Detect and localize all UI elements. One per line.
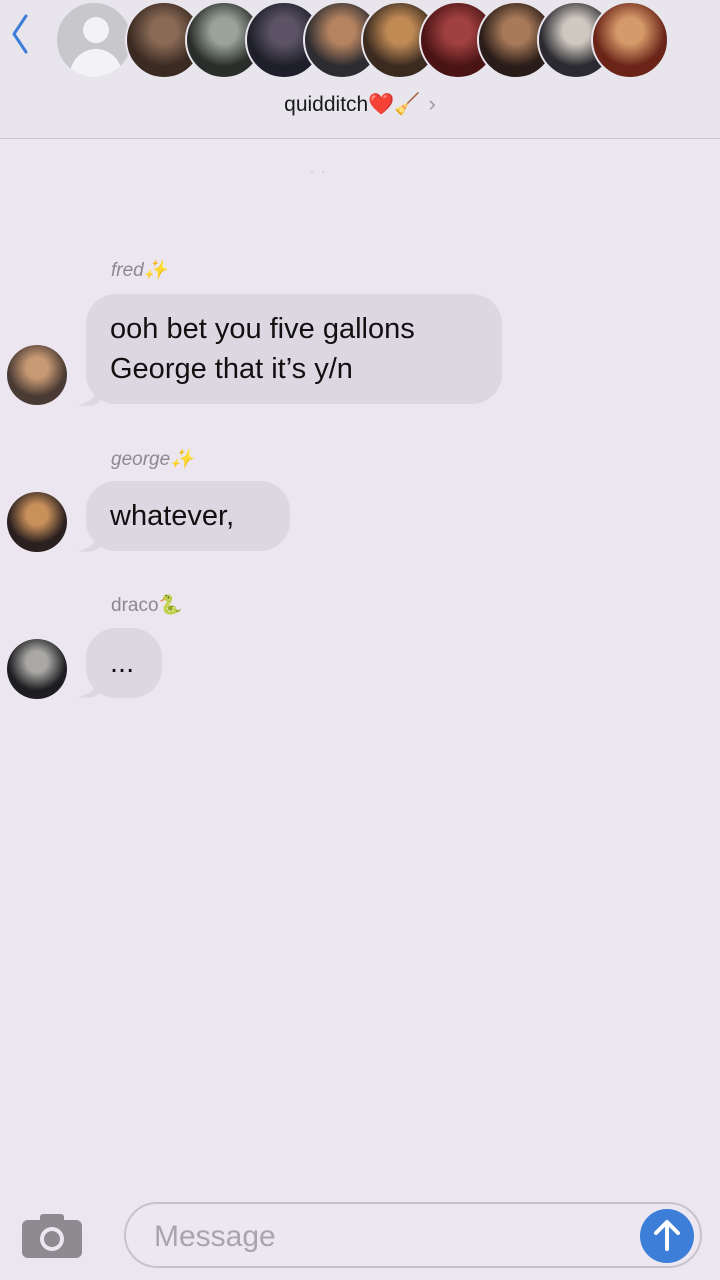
sender-avatar-draco[interactable] bbox=[7, 639, 67, 699]
participant-avatars[interactable] bbox=[55, 0, 675, 82]
message-input[interactable] bbox=[152, 1214, 636, 1260]
message-line: whatever, bbox=[110, 500, 235, 532]
chevron-right-icon: › bbox=[428, 91, 436, 116]
group-name-label: quidditch❤️🧹 bbox=[284, 93, 421, 116]
participant-avatar bbox=[591, 1, 669, 79]
sender-name-draco: draco🐍 bbox=[111, 595, 183, 616]
sender-name-george: george✨ bbox=[111, 449, 194, 470]
message-line: George that it’s y/n bbox=[110, 353, 353, 385]
composer-bar bbox=[0, 1190, 720, 1280]
group-name-button[interactable]: quidditch❤️🧹 › bbox=[0, 86, 720, 122]
sender-avatar-george[interactable] bbox=[7, 492, 67, 552]
conversation-header: quidditch❤️🧹 › bbox=[0, 0, 720, 139]
message-line: ooh bet you five gallons bbox=[110, 313, 415, 345]
message-field[interactable] bbox=[124, 1202, 702, 1268]
back-button[interactable] bbox=[8, 12, 34, 56]
message-bubble-draco[interactable]: ... bbox=[86, 628, 162, 698]
message-line: ... bbox=[110, 647, 135, 679]
camera-button[interactable] bbox=[20, 1212, 84, 1260]
arrow-up-icon bbox=[654, 1220, 680, 1251]
sender-name-fred: fred✨ bbox=[111, 260, 168, 281]
message-bubble-fred[interactable]: ooh bet you five gallons George that it’… bbox=[86, 294, 502, 404]
sender-avatar-fred[interactable] bbox=[7, 345, 67, 405]
contact-silhouette-head bbox=[83, 17, 109, 43]
back-chevron-icon bbox=[12, 14, 28, 54]
camera-icon bbox=[22, 1214, 82, 1258]
send-button[interactable] bbox=[640, 1209, 694, 1263]
contact-silhouette-body bbox=[70, 49, 122, 77]
typing-indicator-remnant: · · bbox=[310, 164, 328, 178]
message-bubble-george[interactable]: whatever, bbox=[86, 481, 290, 551]
default-contact-avatar bbox=[55, 1, 133, 79]
